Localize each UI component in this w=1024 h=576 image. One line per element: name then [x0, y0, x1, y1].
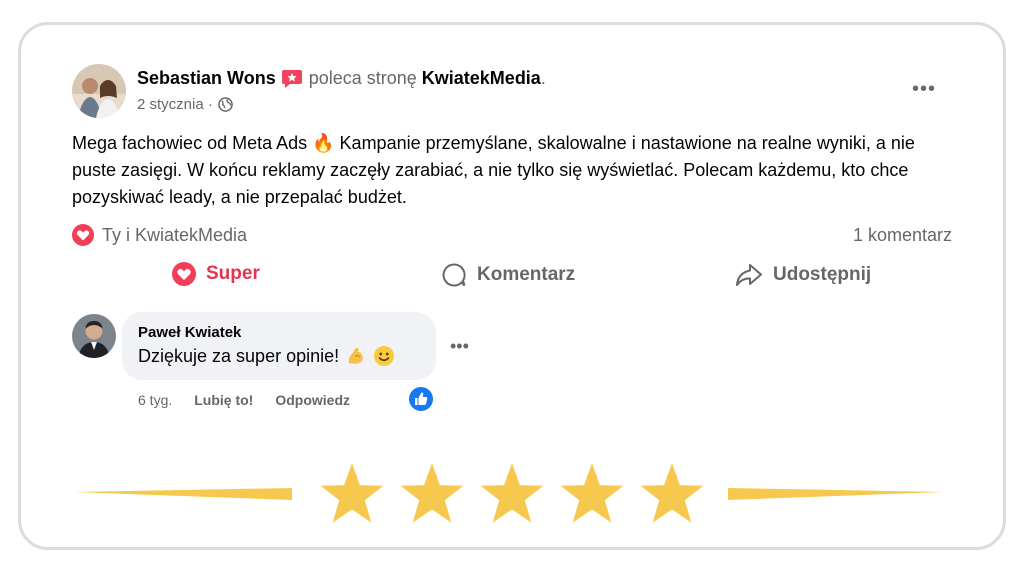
star-icon	[320, 463, 384, 523]
star-icon	[480, 463, 544, 523]
globe-icon	[218, 97, 233, 112]
page-name-link[interactable]: KwiatekMedia	[422, 68, 541, 89]
comment-time[interactable]: 6 tyg.	[138, 392, 172, 408]
love-reaction-icon	[172, 262, 196, 286]
commenter-avatar[interactable]	[72, 314, 116, 358]
reactions-summary-text: Ty i KwiatekMedia	[102, 224, 248, 245]
author-name[interactable]: Sebastian Wons	[137, 68, 276, 89]
comment-meta: 6 tyg. Lubię to! Odpowiedz	[138, 392, 350, 408]
comment-icon	[441, 262, 467, 288]
share-icon	[735, 262, 763, 288]
post-date[interactable]: 2 stycznia ·	[137, 96, 213, 113]
author-avatar[interactable]	[72, 64, 126, 118]
post-meta: 2 stycznia ·	[137, 96, 233, 113]
star-icon	[640, 463, 704, 523]
comments-count[interactable]: 1 komentarz	[853, 225, 952, 246]
super-reaction-button[interactable]: Super	[172, 262, 260, 286]
comment-reply-button[interactable]: Odpowiedz	[275, 392, 350, 408]
smiling-face-icon	[373, 345, 395, 367]
comment-text: Dziękuje za super opinie!	[138, 345, 340, 366]
star-icon	[400, 463, 464, 523]
post-header: Sebastian Wons poleca stronę KwiatekMedi…	[137, 68, 546, 89]
comment-button[interactable]: Komentarz	[441, 262, 575, 288]
reactions-row: Ty i KwiatekMedia 1 komentarz	[72, 222, 952, 248]
share-button[interactable]: Udostępnij	[735, 262, 871, 288]
star-icon	[560, 463, 624, 523]
comment-bubble: Paweł Kwiatek Dziękuje za super opinie!	[122, 312, 436, 380]
comment-like-button[interactable]: Lubię to!	[194, 392, 253, 408]
star-rating	[74, 463, 944, 523]
flexed-biceps-icon	[345, 345, 367, 367]
recommends-text: poleca stronę	[308, 68, 417, 88]
header-period: .	[540, 68, 546, 88]
post-body: Mega fachowiec od Meta Ads 🔥 Kampanie pr…	[72, 133, 915, 207]
comment-more-button[interactable]: •••	[450, 336, 469, 357]
comment-label: Komentarz	[477, 264, 576, 285]
recommendation-icon	[281, 69, 303, 89]
post-more-button[interactable]: •••	[912, 78, 936, 101]
share-label: Udostępnij	[773, 264, 872, 285]
love-reaction-icon	[72, 224, 94, 246]
comment-text-row: Dziękuje za super opinie!	[138, 345, 420, 367]
reactions-summary[interactable]: Ty i KwiatekMedia	[72, 224, 247, 246]
like-reaction-icon[interactable]	[408, 386, 434, 412]
super-label: Super	[206, 263, 260, 284]
comment-author[interactable]: Paweł Kwiatek	[138, 324, 420, 341]
